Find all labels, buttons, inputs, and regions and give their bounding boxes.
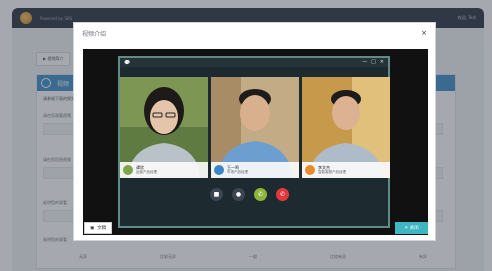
- call-window-titlebar: 💬 — □ ×: [120, 58, 388, 67]
- maximize-icon[interactable]: □: [371, 60, 376, 65]
- participant-tile: 王一鸣 市场产品经理: [211, 77, 299, 178]
- minimize-icon[interactable]: —: [362, 60, 367, 65]
- close-window-icon[interactable]: ×: [380, 60, 384, 65]
- participant-badge-icon: [214, 165, 224, 175]
- participant-role: 智能客服产品经理: [318, 170, 346, 174]
- camera-icon[interactable]: ■: [210, 188, 223, 201]
- close-button[interactable]: ✕ 关闭: [395, 222, 428, 234]
- window-controls: — □ ×: [362, 60, 384, 65]
- document-button[interactable]: ▣ 文稿: [84, 222, 113, 234]
- modal-title: 视频介绍: [82, 30, 107, 38]
- video-call-window: 💬 — □ × 谭欣 运营产品经理 王一鸣 市场产品经理 李文杰 智能客服产品经…: [118, 56, 390, 228]
- participant-badge-icon: [123, 165, 133, 175]
- participant-role: 运营产品经理: [136, 170, 157, 174]
- video-modal: 视频介绍 × 💬 — □ × 谭欣 运营产品经理 王一鸣 市场产品经理 李文杰 …: [73, 22, 436, 241]
- participant-caption: 李文杰 智能客服产品经理: [302, 162, 390, 178]
- participant-badge-icon: [305, 165, 315, 175]
- participant-tile: 李文杰 智能客服产品经理: [302, 77, 390, 178]
- document-button-label: 文稿: [97, 226, 107, 231]
- microphone-icon[interactable]: ●: [232, 188, 245, 201]
- chat-icon[interactable]: 💬: [124, 60, 130, 66]
- video-player[interactable]: 💬 — □ × 谭欣 运营产品经理 王一鸣 市场产品经理 李文杰 智能客服产品经…: [83, 49, 428, 235]
- participant-role: 市场产品经理: [227, 170, 248, 174]
- modal-footer: ▣ 文稿 ✕ 关闭: [74, 219, 435, 242]
- modal-header: 视频介绍 ×: [74, 23, 435, 43]
- call-controls: ■ ● ✆ ✆: [210, 188, 289, 201]
- participant-caption: 谭欣 运营产品经理: [120, 162, 208, 178]
- participant-caption: 王一鸣 市场产品经理: [211, 162, 299, 178]
- document-icon: ▣: [90, 225, 95, 231]
- answer-call-icon[interactable]: ✆: [254, 188, 267, 201]
- participant-tile: 谭欣 运营产品经理: [120, 77, 208, 178]
- hangup-icon[interactable]: ✆: [276, 188, 289, 201]
- close-icon[interactable]: ×: [421, 29, 427, 37]
